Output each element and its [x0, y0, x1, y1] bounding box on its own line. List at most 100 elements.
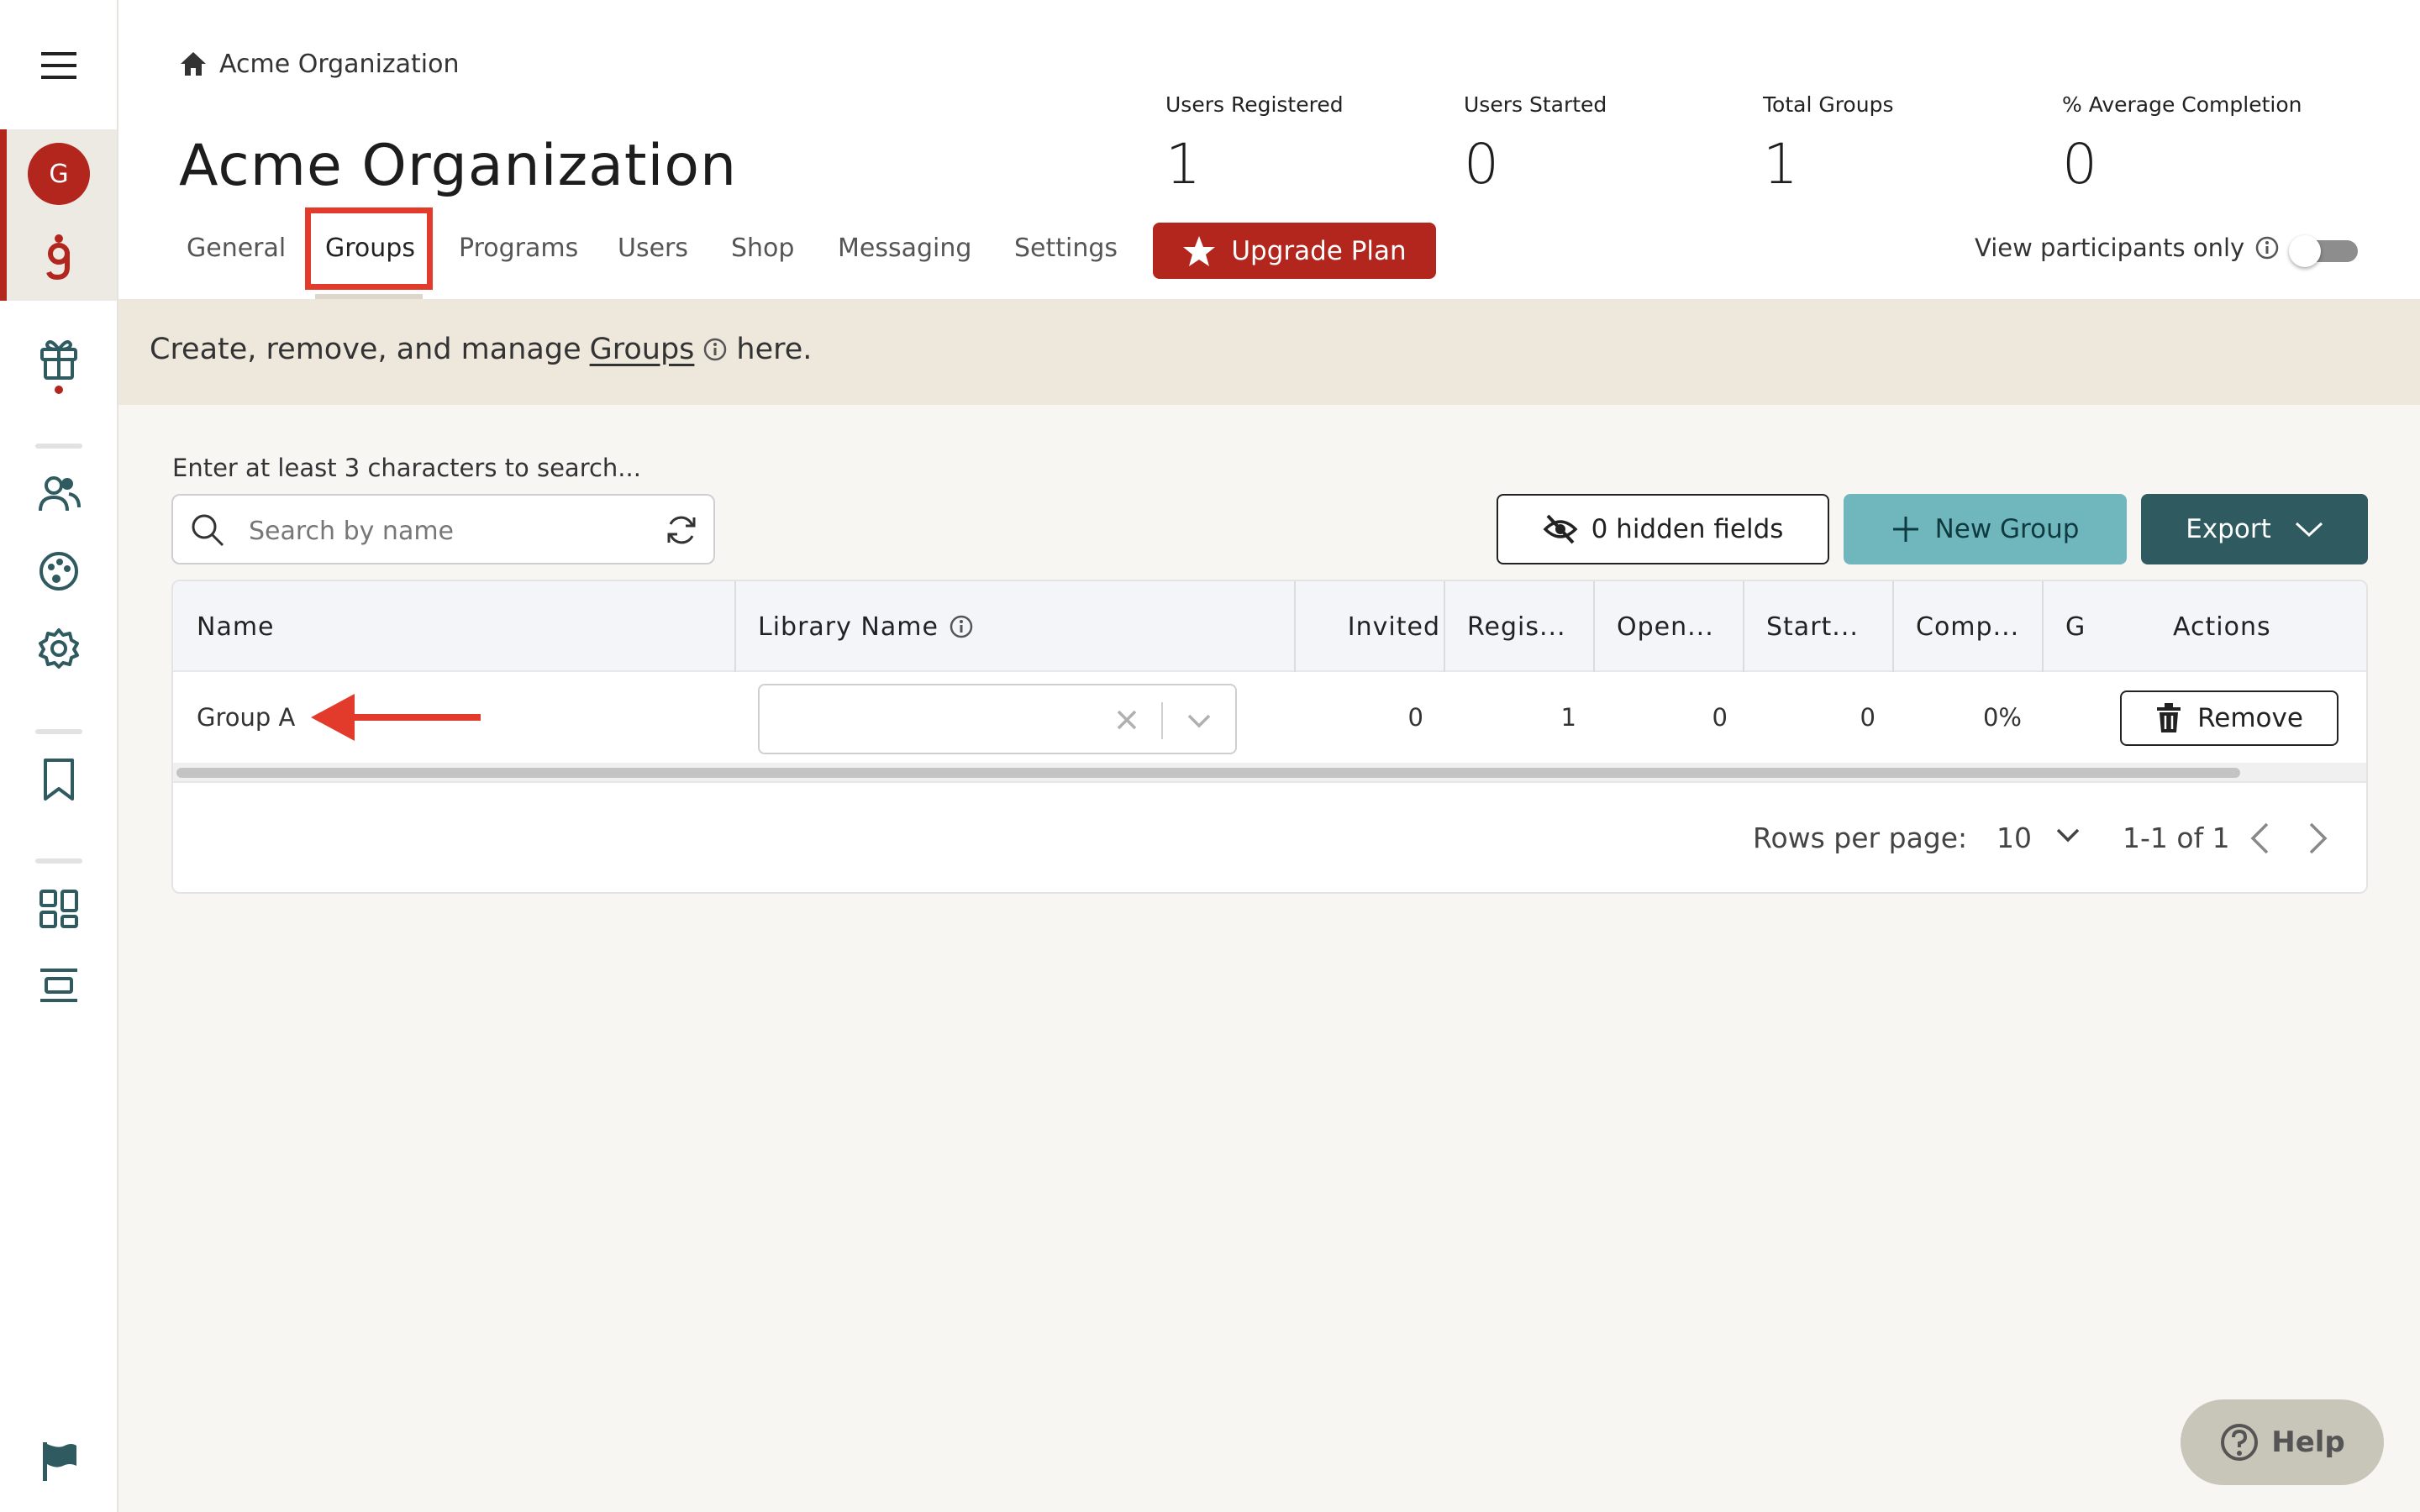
clear-icon[interactable] [1116, 709, 1138, 731]
dashboard-grid-icon[interactable] [24, 874, 94, 944]
refresh-icon[interactable] [664, 512, 699, 548]
chevron-down-icon [2295, 522, 2323, 538]
view-participants-toggle[interactable] [2289, 235, 2360, 267]
banner-text: Create, remove, and manage Groups here. [150, 333, 812, 366]
search-input[interactable] [249, 512, 635, 549]
banner-prefix: Create, remove, and manage [150, 333, 581, 366]
stat-value: 1 [1763, 132, 1798, 197]
stat-label: Users Started [1464, 92, 1607, 117]
rows-per-page-select[interactable]: 10 [1996, 822, 2032, 854]
chevron-down-icon[interactable] [1186, 712, 1212, 729]
horizontal-scrollbar[interactable] [173, 763, 2366, 783]
column-header-opened[interactable]: Open... [1617, 581, 1751, 672]
stat-value: 0 [1464, 132, 1499, 197]
tab-settings[interactable]: Settings [1014, 234, 1118, 263]
column-divider [1593, 581, 1595, 672]
stat-value: 1 [1165, 132, 1201, 197]
column-divider [1892, 581, 1894, 672]
chevron-down-icon[interactable] [2055, 827, 2081, 843]
column-divider [1743, 581, 1744, 672]
invited-cell: 0 [1407, 703, 1423, 732]
info-icon[interactable] [702, 337, 728, 362]
tab-messaging[interactable]: Messaging [838, 234, 971, 263]
table-header: Name Library Name Invited Regis... Open.… [173, 581, 2366, 672]
column-divider [2042, 581, 2044, 672]
column-header-g[interactable]: G [2065, 581, 2091, 672]
stat-value: 0 [2062, 132, 2097, 197]
column-divider [1294, 581, 1296, 672]
column-header-started[interactable]: Start... [1766, 581, 1901, 672]
users-icon[interactable] [24, 459, 94, 529]
help-label: Help [2271, 1425, 2345, 1459]
column-label: Library Name [758, 612, 939, 642]
menu-icon[interactable] [24, 30, 94, 101]
settings-gear-icon[interactable] [24, 613, 94, 684]
info-icon[interactable] [949, 614, 974, 639]
stat-label: Users Registered [1165, 92, 1344, 117]
bookmark-icon[interactable] [24, 744, 94, 815]
column-header-completion[interactable]: Comp... [1916, 581, 2050, 672]
column-header-library-name[interactable]: Library Name [758, 581, 1262, 672]
chevron-left-icon[interactable] [2249, 822, 2270, 855]
upgrade-plan-label: Upgrade Plan [1231, 235, 1407, 266]
column-divider [734, 581, 736, 672]
view-participants-text: View participants only [1975, 234, 2245, 262]
search-hint: Enter at least 3 characters to search... [172, 454, 641, 482]
rows-per-page-label: Rows per page: [1753, 822, 1968, 854]
new-group-button[interactable]: New Group [1844, 494, 2127, 564]
opened-cell: 0 [1712, 703, 1728, 732]
sidebar: G [0, 0, 118, 1512]
tab-programs[interactable]: Programs [459, 234, 578, 263]
stat-average-completion: % Average Completion 0 [2062, 92, 2302, 197]
annotation-highlight-box [305, 207, 433, 290]
active-indicator [0, 129, 7, 301]
palette-icon[interactable] [24, 536, 94, 606]
annotation-arrow [311, 694, 481, 741]
scrollbar-thumb[interactable] [176, 768, 2240, 778]
trash-icon [2157, 703, 2181, 732]
remove-button[interactable]: Remove [2120, 690, 2338, 746]
stat-total-groups: Total Groups 1 [1763, 92, 1893, 197]
tab-shop[interactable]: Shop [731, 234, 794, 263]
groups-help-link[interactable]: Groups [590, 333, 695, 366]
stat-users-registered: Users Registered 1 [1165, 92, 1344, 197]
help-button[interactable]: Help [2181, 1399, 2384, 1485]
library-name-select[interactable] [758, 684, 1237, 754]
star-icon [1183, 235, 1216, 266]
upgrade-plan-button[interactable]: Upgrade Plan [1153, 223, 1436, 279]
help-icon [2221, 1424, 2259, 1461]
gift-icon[interactable] [24, 329, 94, 400]
sidebar-divider [35, 444, 82, 449]
column-header-registered[interactable]: Regis... [1467, 581, 1602, 672]
registered-cell: 1 [1560, 703, 1576, 732]
tab-general[interactable]: General [187, 234, 286, 263]
info-icon[interactable] [2254, 235, 2280, 260]
avatar[interactable]: G [28, 143, 90, 205]
brand-logo-icon[interactable] [24, 222, 94, 292]
export-label: Export [2186, 514, 2271, 544]
home-icon [181, 52, 206, 76]
breadcrumb[interactable]: Acme Organization [179, 47, 460, 81]
page-range: 1-1 of 1 [2123, 822, 2230, 854]
hidden-fields-button[interactable]: 0 hidden fields [1497, 494, 1829, 564]
flag-icon[interactable] [24, 1426, 94, 1497]
banner-suffix: here. [736, 333, 813, 366]
layout-icon[interactable] [24, 951, 94, 1021]
column-header-name[interactable]: Name [197, 581, 701, 672]
search-icon [192, 514, 224, 547]
tab-users[interactable]: Users [618, 234, 688, 263]
stat-users-started: Users Started 0 [1464, 92, 1607, 197]
chevron-right-icon[interactable] [2307, 822, 2329, 855]
started-cell: 0 [1860, 703, 1876, 732]
remove-label: Remove [2197, 703, 2303, 733]
toggle-knob [2289, 235, 2321, 267]
select-divider [1161, 702, 1163, 739]
eye-off-icon [1543, 514, 1578, 544]
column-header-invited[interactable]: Invited [1306, 581, 1440, 672]
groups-table: Name Library Name Invited Regis... Open.… [171, 580, 2368, 894]
view-participants-label: View participants only [1975, 234, 2280, 262]
export-button[interactable]: Export [2141, 494, 2368, 564]
hidden-fields-label: 0 hidden fields [1591, 514, 1784, 544]
sidebar-divider [35, 858, 82, 864]
group-name-cell[interactable]: Group A [197, 672, 306, 763]
